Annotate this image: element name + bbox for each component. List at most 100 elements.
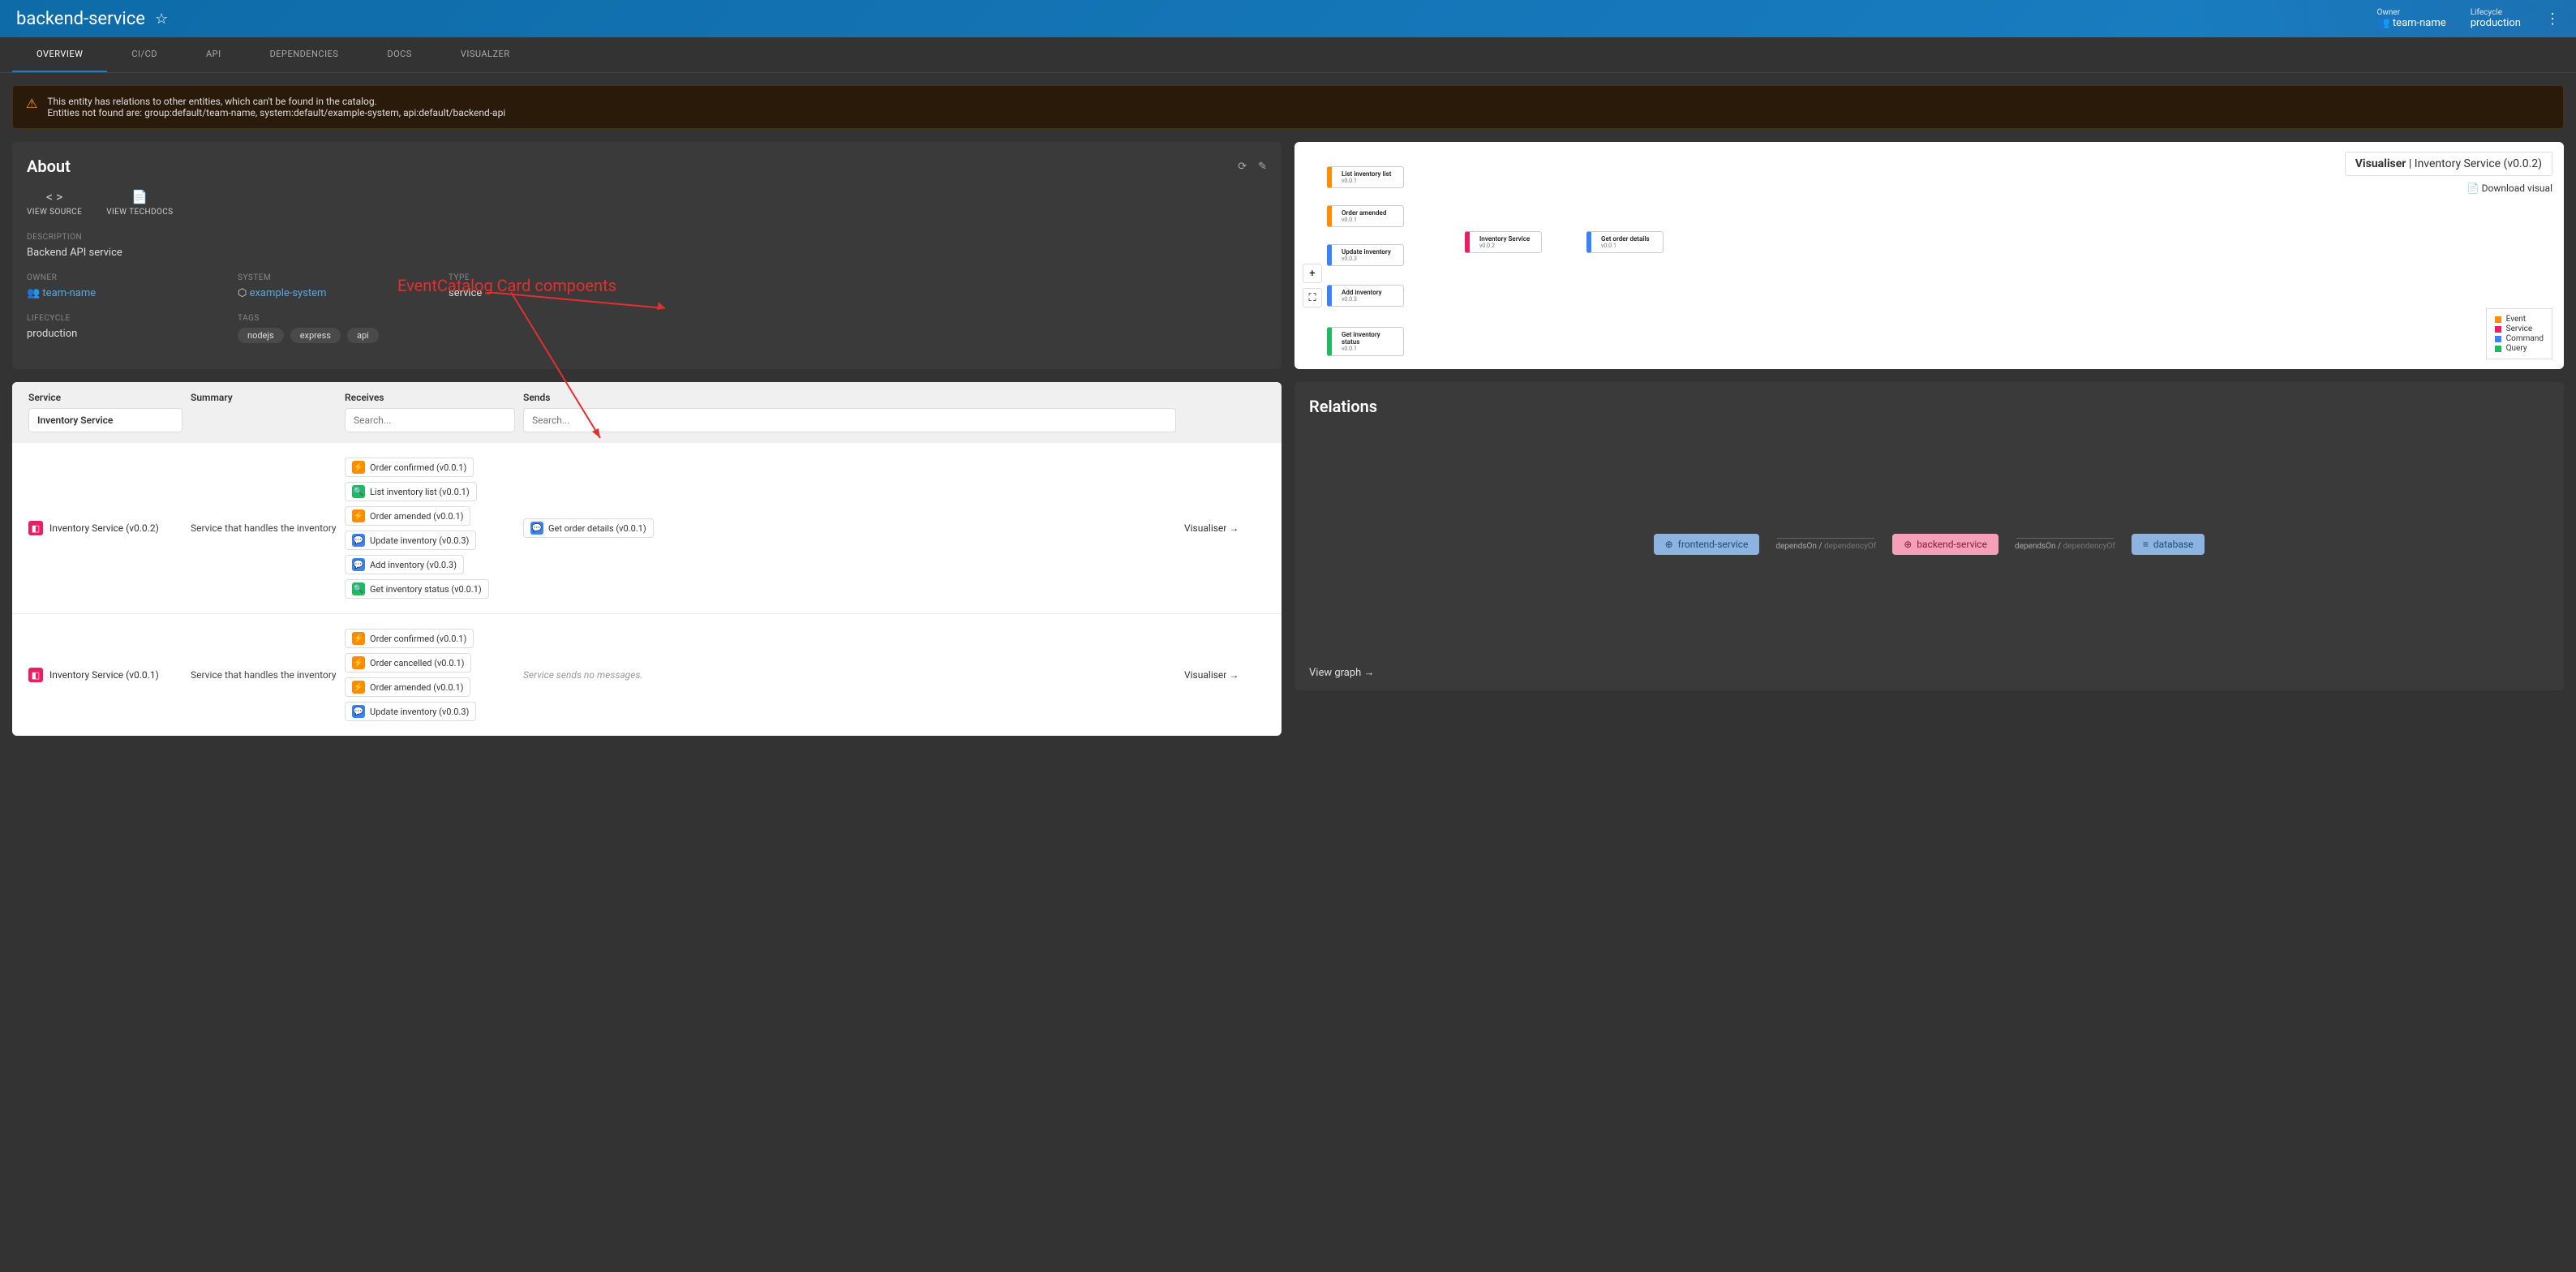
about-tags: nodejs express api bbox=[238, 328, 384, 343]
vis-node[interactable]: Inventory Servicev0.0.2 bbox=[1465, 231, 1542, 253]
tab-visualzer[interactable]: VISUALZER bbox=[436, 37, 535, 72]
pill-icon: 🔍 bbox=[352, 582, 365, 595]
receive-pill[interactable]: ⚡Order confirmed (v0.0.1) bbox=[345, 458, 474, 477]
receive-pill[interactable]: ⚡Order amended (v0.0.1) bbox=[345, 677, 470, 697]
header-meta: Owner 👥 team-name Lifecycle production ⋮ bbox=[2377, 8, 2561, 29]
view-graph-link[interactable]: View graph → bbox=[1309, 666, 1375, 679]
alert-line1: This entity has relations to other entit… bbox=[47, 96, 505, 107]
about-panel: About ⟳ ✎ < > VIEW SOURCE 📄 VIEW TECHDOC… bbox=[12, 142, 1282, 369]
receive-pill[interactable]: 💬Update inventory (v0.0.3) bbox=[345, 531, 476, 550]
no-sends: Service sends no messages. bbox=[523, 669, 1176, 681]
receives-search[interactable] bbox=[345, 408, 515, 432]
vis-node[interactable]: Add inventoryv0.0.3 bbox=[1327, 285, 1404, 307]
vis-node[interactable]: Update inventoryv0.0.3 bbox=[1327, 244, 1404, 266]
more-icon[interactable]: ⋮ bbox=[2545, 11, 2560, 28]
tab-docs[interactable]: DOCS bbox=[363, 37, 436, 72]
legend-item: Query bbox=[2495, 344, 2544, 353]
visualiser-link[interactable]: Visualiser → bbox=[1184, 522, 1265, 534]
about-system[interactable]: ⬡ example-system bbox=[238, 287, 384, 299]
node-icon: ⊕ bbox=[1665, 539, 1673, 550]
pill-icon: ⚡ bbox=[352, 509, 365, 522]
pill-icon: ⚡ bbox=[352, 681, 365, 694]
receive-pill[interactable]: 🔍Get inventory status (v0.0.1) bbox=[345, 579, 489, 599]
receive-pill[interactable]: ⚡Order amended (v0.0.1) bbox=[345, 506, 470, 526]
service-name[interactable]: Inventory Service (v0.0.2) bbox=[49, 522, 159, 534]
legend-item: Command bbox=[2495, 334, 2544, 343]
service-icon: ◧ bbox=[28, 521, 43, 535]
relation-node[interactable]: ⊕backend-service bbox=[1892, 534, 1999, 555]
receive-pill[interactable]: 🔍List inventory list (v0.0.1) bbox=[345, 482, 477, 501]
tab-overview[interactable]: OVERVIEW bbox=[12, 37, 107, 72]
about-owner-label: OWNER bbox=[27, 273, 173, 282]
receive-pill[interactable]: ⚡Order cancelled (v0.0.1) bbox=[345, 653, 471, 673]
visualiser-link[interactable]: Visualiser → bbox=[1184, 669, 1265, 681]
pill-icon: ⚡ bbox=[352, 461, 365, 474]
pill-icon: 💬 bbox=[352, 705, 365, 718]
eventcatalog-table: Service Inventory Service Summary Receiv… bbox=[12, 382, 1282, 736]
download-visual-link[interactable]: 📄 Download visual bbox=[2467, 183, 2552, 194]
table-row: ◧Inventory Service (v0.0.2)Service that … bbox=[12, 442, 1282, 613]
vis-node[interactable]: Get order detailsv0.0.1 bbox=[1586, 231, 1664, 253]
relation-edge: dependsOn / dependencyOf bbox=[1759, 538, 1892, 551]
pill-icon: ⚡ bbox=[352, 632, 365, 645]
service-name[interactable]: Inventory Service (v0.0.1) bbox=[49, 669, 159, 681]
view-techdocs-button[interactable]: 📄 VIEW TECHDOCS bbox=[106, 189, 173, 217]
vis-node[interactable]: List inventory listv0.0.1 bbox=[1327, 166, 1404, 188]
vis-node[interactable]: Order amendedv0.0.1 bbox=[1327, 205, 1404, 227]
owner-value[interactable]: 👥 team-name bbox=[2377, 17, 2446, 29]
th-sends: Sends bbox=[523, 392, 1176, 432]
page-header: backend-service ☆ Owner 👥 team-name Life… bbox=[0, 0, 2576, 37]
summary-text: Service that handles the inventory bbox=[191, 669, 337, 681]
relations-canvas[interactable]: ⊕frontend-servicedependsOn / dependencyO… bbox=[1294, 431, 2564, 658]
edit-icon[interactable]: ✎ bbox=[1258, 161, 1267, 173]
tab-ci/cd[interactable]: CI/CD bbox=[107, 37, 182, 72]
star-icon[interactable]: ☆ bbox=[155, 11, 168, 28]
receive-pill[interactable]: 💬Update inventory (v0.0.3) bbox=[345, 702, 476, 721]
tab-api[interactable]: API bbox=[182, 37, 246, 72]
th-receives: Receives bbox=[345, 392, 515, 432]
lifecycle-block: Lifecycle production bbox=[2471, 8, 2521, 29]
pill-icon: 💬 bbox=[530, 522, 543, 535]
visualiser-title: Visualiser | Inventory Service (v0.0.2) bbox=[2345, 152, 2552, 176]
visualiser-panel: Visualiser | Inventory Service (v0.0.2) … bbox=[1294, 142, 2564, 369]
visualiser-legend: EventServiceCommandQuery bbox=[2486, 308, 2552, 359]
tag[interactable]: express bbox=[290, 328, 341, 343]
pill-icon: ⚡ bbox=[352, 656, 365, 669]
owner-label: Owner bbox=[2377, 8, 2446, 17]
visualiser-canvas[interactable]: List inventory listv0.0.1 Order amendedv0… bbox=[1294, 142, 2564, 369]
th-summary: Summary bbox=[191, 392, 337, 403]
title-text: backend-service bbox=[16, 9, 145, 29]
about-lifecycle-label: LIFECYCLE bbox=[27, 314, 173, 323]
relation-node[interactable]: ⊕frontend-service bbox=[1654, 534, 1760, 555]
fullscreen-button[interactable]: ⛶ bbox=[1303, 288, 1322, 307]
about-tags-label: TAGS bbox=[238, 314, 384, 323]
warning-alert: ⚠ This entity has relations to other ent… bbox=[12, 85, 2564, 129]
zoom-in-button[interactable]: + bbox=[1303, 264, 1322, 283]
vis-node[interactable]: Get inventory statusv0.0.1 bbox=[1327, 327, 1404, 356]
receive-pill[interactable]: ⚡Order confirmed (v0.0.1) bbox=[345, 629, 474, 648]
refresh-icon[interactable]: ⟳ bbox=[1238, 161, 1247, 173]
desc-label: DESCRIPTION bbox=[27, 233, 1267, 242]
relation-node[interactable]: ≡database bbox=[2132, 534, 2205, 555]
send-pill[interactable]: 💬Get order details (v0.0.1) bbox=[523, 518, 654, 538]
tag[interactable]: nodejs bbox=[238, 328, 284, 343]
tab-bar: OVERVIEWCI/CDAPIDEPENDENCIESDOCSVISUALZE… bbox=[0, 37, 2576, 73]
pill-icon: 🔍 bbox=[352, 485, 365, 498]
sends-search[interactable] bbox=[523, 408, 1176, 432]
table-row: ◧ Inventory Service (v0.0.1) Service that … bbox=[12, 613, 1282, 736]
tag[interactable]: api bbox=[347, 328, 379, 343]
service-filter[interactable]: Inventory Service bbox=[28, 408, 182, 432]
owner-block: Owner 👥 team-name bbox=[2377, 8, 2446, 29]
desc-value: Backend API service bbox=[27, 247, 1267, 259]
relations-title: Relations bbox=[1309, 397, 2549, 416]
about-owner[interactable]: 👥 team-name bbox=[27, 287, 173, 299]
node-icon: ⊕ bbox=[1904, 539, 1912, 550]
service-icon: ◧ bbox=[28, 668, 43, 682]
tab-dependencies[interactable]: DEPENDENCIES bbox=[246, 37, 363, 72]
view-source-button[interactable]: < > VIEW SOURCE bbox=[27, 189, 82, 217]
relation-edge: dependsOn / dependencyOf bbox=[1999, 538, 2132, 551]
page-title: backend-service ☆ bbox=[16, 9, 168, 29]
receive-pill[interactable]: 💬Add inventory (v0.0.3) bbox=[345, 555, 464, 574]
about-type: service bbox=[449, 287, 595, 299]
code-icon: < > bbox=[27, 189, 82, 204]
